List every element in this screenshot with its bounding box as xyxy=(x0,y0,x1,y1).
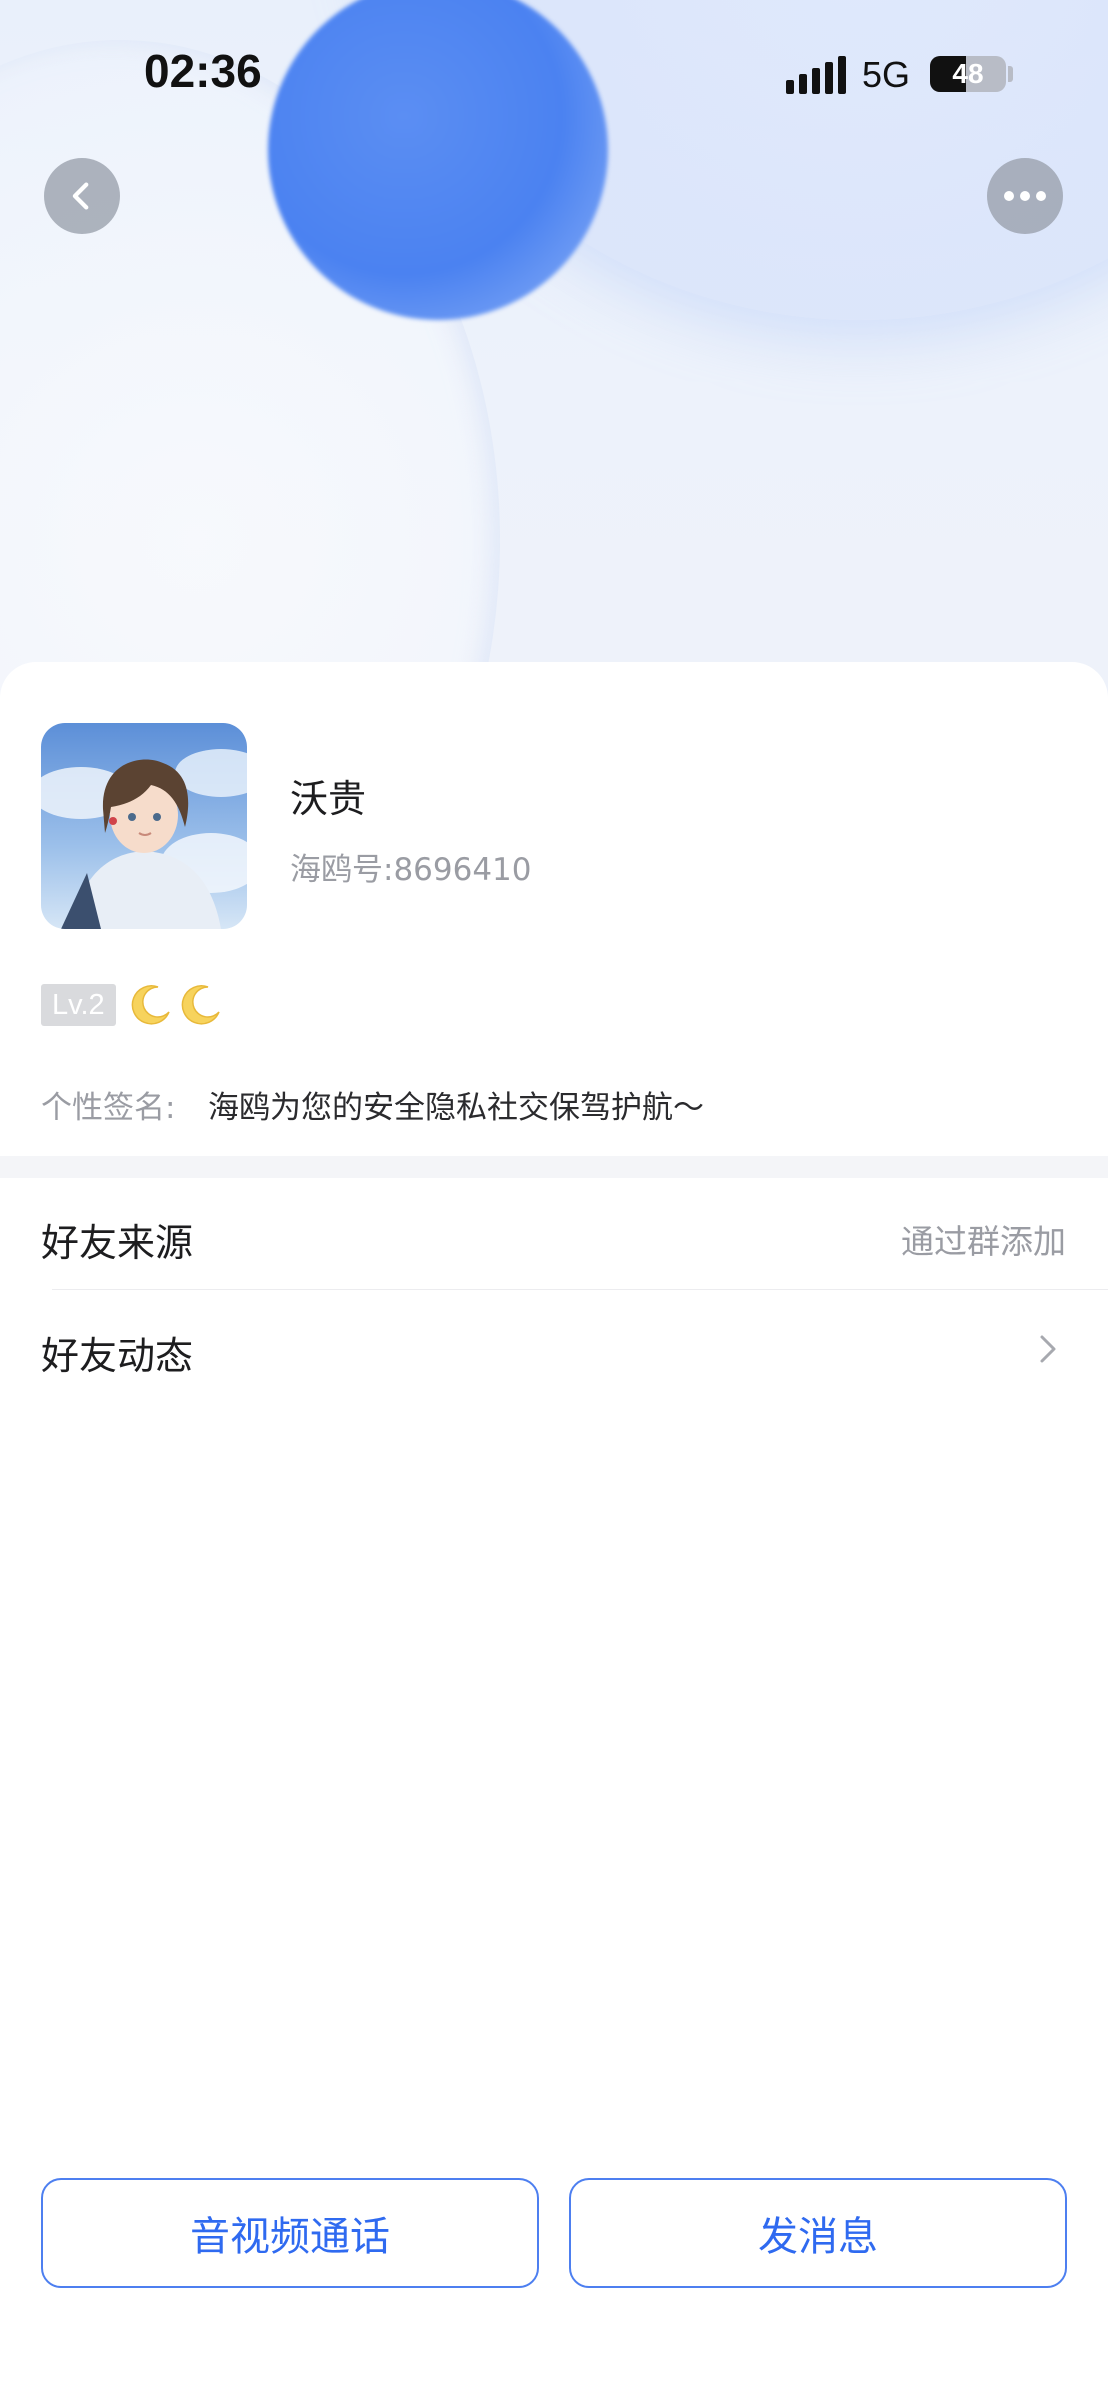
network-type: 5G xyxy=(862,54,911,95)
chevron-left-icon xyxy=(72,182,89,210)
moon-icon xyxy=(131,985,170,1025)
back-button[interactable] xyxy=(44,158,120,234)
moon-icon xyxy=(181,985,220,1025)
signature-text: 海鸥为您的安全隐私社交保驾护航～ xyxy=(208,1090,704,1126)
avatar[interactable] xyxy=(41,723,247,929)
friend-moments-label: 好友动态 xyxy=(41,1334,194,1378)
friend-source-label: 好友来源 xyxy=(41,1221,194,1265)
account-id: 海鸥号:8696410 xyxy=(290,852,532,888)
status-time: 02:36 xyxy=(144,45,262,97)
battery-terminal xyxy=(1008,66,1013,82)
level-badge: Lv.2 xyxy=(41,984,116,1026)
friend-source-value: 通过群添加 xyxy=(901,1222,1066,1261)
profile-card: 沃贵 海鸥号:8696410 Lv.2 个性签名: 海鸥为您的安全隐私社交保驾护… xyxy=(0,662,1108,2400)
battery-icon: 48 xyxy=(930,56,1006,92)
battery-percentage: 48 xyxy=(952,58,984,89)
cellular-signal-icon xyxy=(786,54,846,94)
video-call-button[interactable]: 音视频通话 xyxy=(41,2178,539,2288)
friend-moments-row[interactable]: 好友动态 xyxy=(0,1291,1108,1403)
send-message-button[interactable]: 发消息 xyxy=(569,2178,1067,2288)
avatar-illustration xyxy=(41,723,247,929)
decorative-orb-blue xyxy=(268,0,608,320)
profile-header-background xyxy=(0,0,1108,700)
profile-name: 沃贵 xyxy=(290,777,367,821)
more-options-button[interactable] xyxy=(987,158,1063,234)
chevron-right-icon xyxy=(1040,1335,1056,1363)
row-divider xyxy=(52,1289,1108,1290)
friend-source-row: 好友来源 通过群添加 xyxy=(0,1178,1108,1290)
more-dots-icon xyxy=(1004,191,1046,201)
signature-label: 个性签名: xyxy=(41,1090,176,1126)
section-divider xyxy=(0,1156,1108,1178)
